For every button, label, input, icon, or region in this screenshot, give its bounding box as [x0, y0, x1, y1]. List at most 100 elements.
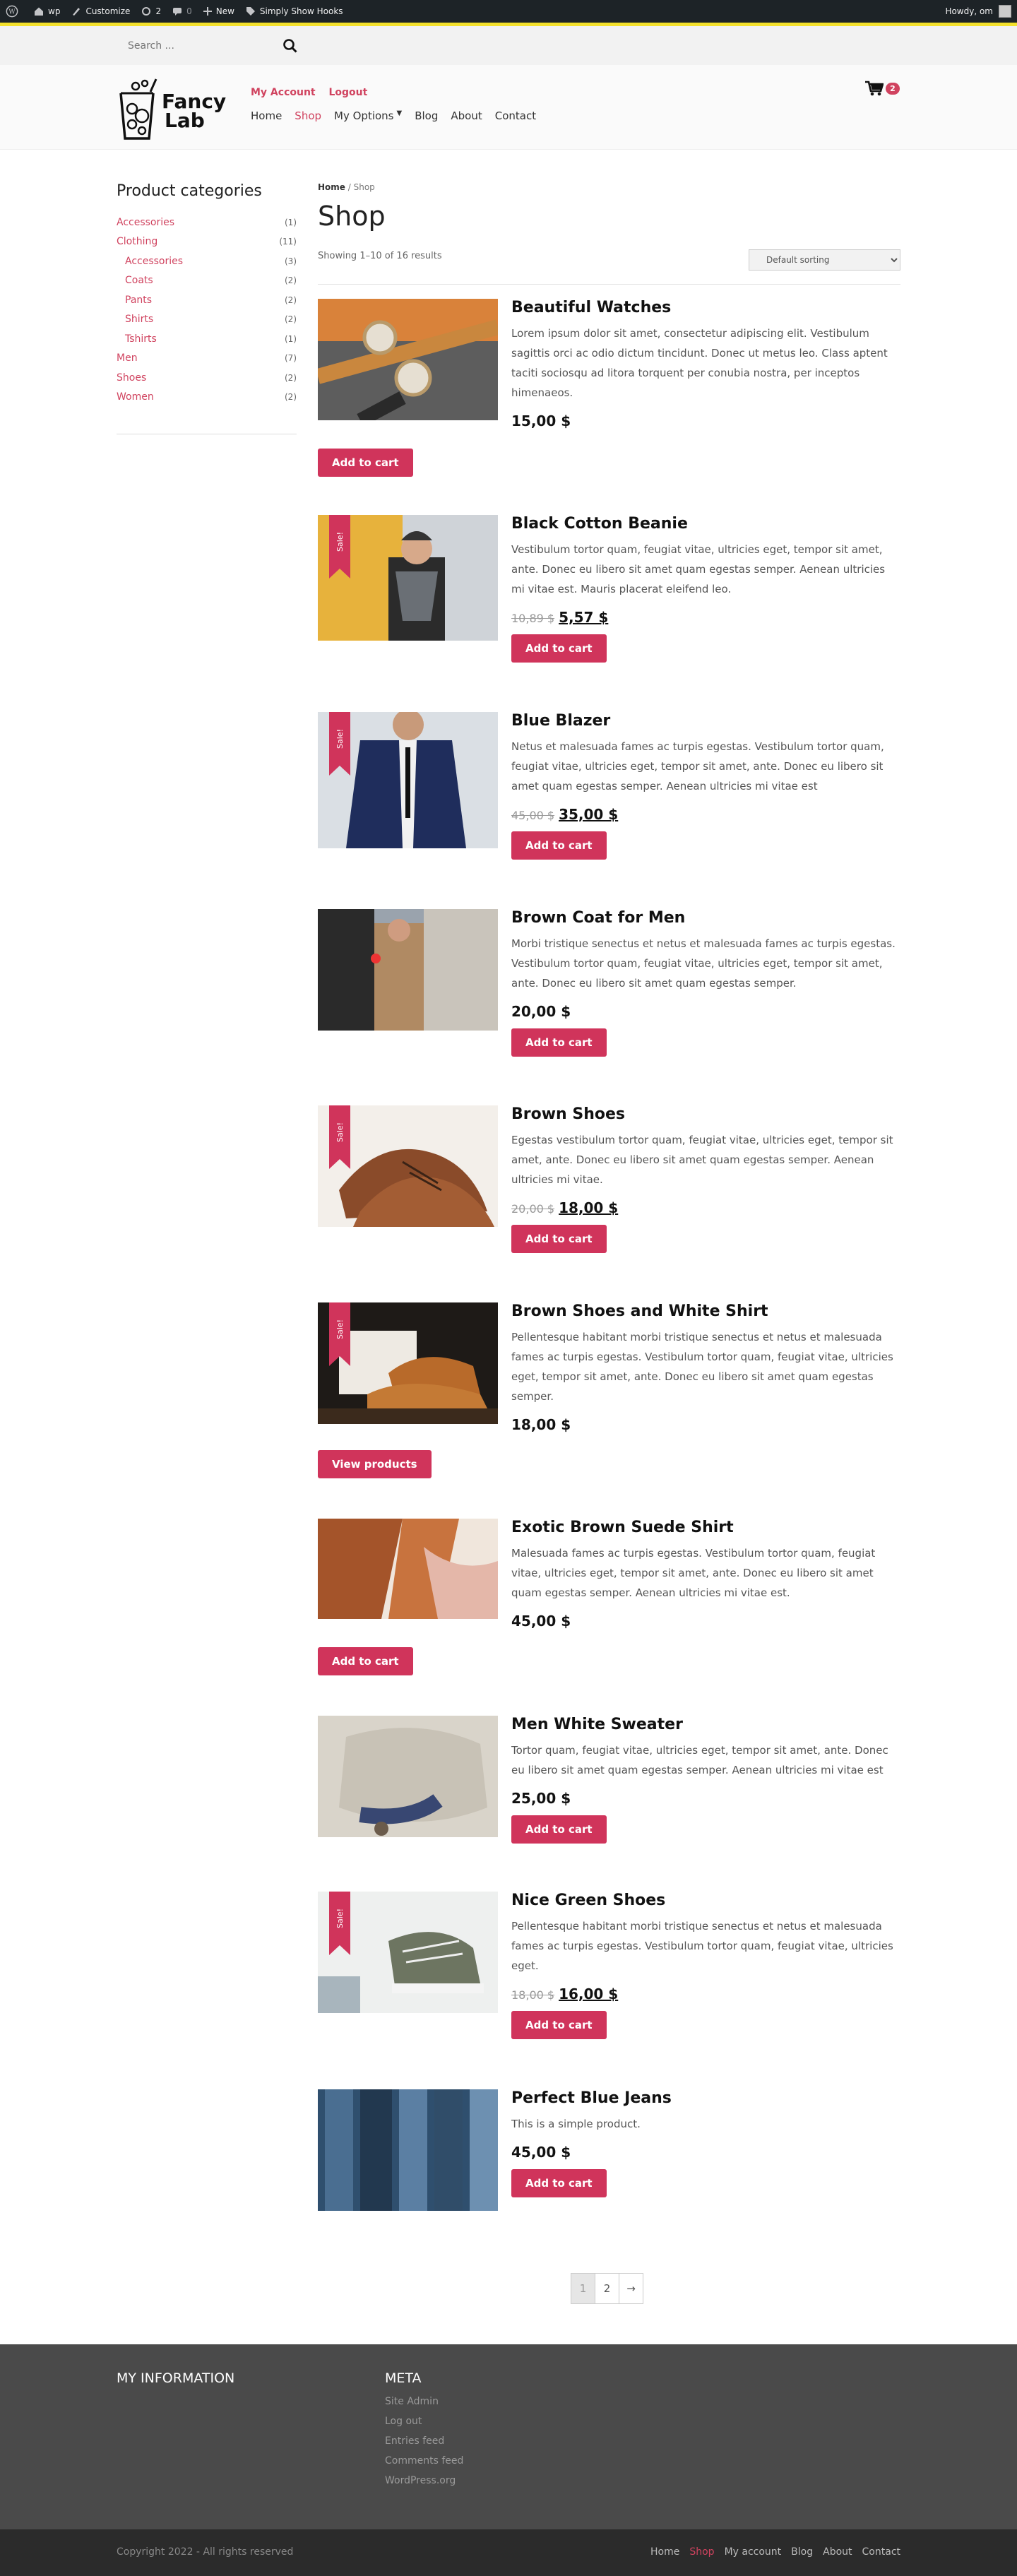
- shop-main: Home / Shop Shop Showing 1–10 of 16 resu…: [318, 182, 900, 2273]
- add-to-cart-button[interactable]: Add to cart: [318, 1647, 413, 1675]
- updates-icon: [142, 7, 151, 16]
- product-image[interactable]: Sale!: [318, 515, 498, 641]
- nav-item-my-options[interactable]: My Options: [334, 109, 393, 122]
- breadcrumb-home[interactable]: Home: [318, 182, 345, 192]
- add-to-cart-button[interactable]: Add to cart: [511, 1815, 607, 1844]
- current-price: 5,57 $: [559, 609, 609, 626]
- footer-meta-link[interactable]: Site Admin: [385, 2396, 463, 2416]
- wp-logo-icon[interactable]: W: [6, 0, 23, 23]
- cart-button[interactable]: 2: [865, 81, 900, 96]
- admin-updates-link[interactable]: 2: [141, 0, 161, 23]
- category-item[interactable]: Coats (2): [117, 271, 297, 291]
- product-title[interactable]: Men White Sweater: [511, 1716, 900, 1733]
- footer-meta-link[interactable]: WordPress.org: [385, 2475, 463, 2495]
- product-title[interactable]: Brown Shoes and White Shirt: [511, 1302, 900, 1320]
- sort-select[interactable]: Default sorting: [749, 249, 900, 271]
- sale-badge: Sale!: [329, 712, 350, 776]
- brush-icon: [73, 8, 81, 16]
- category-name[interactable]: Women: [117, 391, 154, 403]
- category-item[interactable]: Accessories (3): [117, 251, 297, 271]
- add-to-cart-button[interactable]: Add to cart: [511, 831, 607, 860]
- product-image[interactable]: Sale!: [318, 712, 498, 848]
- category-item[interactable]: Shoes (2): [117, 368, 297, 388]
- admin-customize-link[interactable]: Customize: [71, 0, 130, 23]
- sale-label: Sale!: [335, 729, 345, 749]
- category-item[interactable]: Women (2): [117, 388, 297, 408]
- nav-item-home[interactable]: Home: [251, 109, 282, 122]
- page-2-link[interactable]: 2: [595, 2273, 619, 2304]
- category-item[interactable]: Shirts (2): [117, 310, 297, 330]
- product-title[interactable]: Blue Blazer: [511, 712, 900, 730]
- footer-nav-shop[interactable]: Shop: [689, 2546, 714, 2558]
- product-image[interactable]: [318, 909, 498, 1031]
- product-info: Exotic Brown Suede Shirt Malesuada fames …: [511, 1519, 900, 1630]
- footer-nav-contact[interactable]: Contact: [862, 2546, 900, 2558]
- sidebar: Product categories Accessories (1) Clothin…: [117, 182, 297, 434]
- search-input[interactable]: [117, 36, 300, 56]
- admin-comments-link[interactable]: 0: [172, 0, 192, 23]
- add-to-cart-button[interactable]: Add to cart: [511, 2011, 607, 2039]
- category-item[interactable]: Accessories (1): [117, 213, 297, 232]
- current-price: 45,00 $: [511, 1613, 571, 1630]
- admin-site-link[interactable]: wp: [34, 0, 60, 23]
- category-item[interactable]: Clothing (11): [117, 232, 297, 252]
- footer-meta-link[interactable]: Log out: [385, 2416, 463, 2435]
- product-title[interactable]: Brown Coat for Men: [511, 909, 900, 927]
- add-to-cart-button[interactable]: Add to cart: [511, 1028, 607, 1057]
- add-to-cart-button[interactable]: Add to cart: [511, 634, 607, 663]
- product-image[interactable]: [318, 2089, 498, 2211]
- product-title[interactable]: Beautiful Watches: [511, 299, 900, 316]
- add-to-cart-button[interactable]: Add to cart: [511, 2169, 607, 2197]
- nav-item-shop[interactable]: Shop: [295, 109, 321, 122]
- footer-meta-link[interactable]: Entries feed: [385, 2435, 463, 2455]
- category-item[interactable]: Pants (2): [117, 290, 297, 310]
- product-title[interactable]: Perfect Blue Jeans: [511, 2089, 900, 2107]
- footer-nav-blog[interactable]: Blog: [791, 2546, 813, 2558]
- category-name[interactable]: Pants: [125, 295, 152, 306]
- search-button[interactable]: [281, 37, 299, 56]
- nav-item-contact[interactable]: Contact: [495, 109, 536, 122]
- category-name[interactable]: Shirts: [125, 314, 153, 325]
- product-info: Men White Sweater Tortor quam, feugiat vi…: [511, 1716, 900, 1844]
- site-logo[interactable]: Fancy Lab: [117, 78, 230, 143]
- category-name[interactable]: Coats: [125, 275, 153, 286]
- product-title[interactable]: Nice Green Shoes: [511, 1892, 900, 1909]
- product-title[interactable]: Exotic Brown Suede Shirt: [511, 1519, 900, 1536]
- copyright: Copyright 2022 - All rights reserved: [117, 2546, 294, 2558]
- footer-nav-my-account[interactable]: My account: [725, 2546, 782, 2558]
- category-name[interactable]: Tshirts: [125, 333, 157, 345]
- product-price: 10,89 $ 5,57 $: [511, 609, 900, 626]
- footer-nav-home[interactable]: Home: [650, 2546, 679, 2558]
- product-image[interactable]: Sale!: [318, 1892, 498, 2013]
- add-to-cart-button[interactable]: Add to cart: [511, 1225, 607, 1253]
- admin-account-menu[interactable]: Howdy, om: [945, 5, 1011, 18]
- category-item[interactable]: Men (7): [117, 349, 297, 369]
- product-image[interactable]: Sale!: [318, 1302, 498, 1424]
- product-image[interactable]: [318, 1716, 498, 1837]
- my-account-link[interactable]: My Account: [251, 87, 316, 98]
- category-name[interactable]: Men: [117, 352, 138, 364]
- category-name[interactable]: Clothing: [117, 236, 157, 247]
- add-to-cart-button[interactable]: Add to cart: [318, 449, 413, 477]
- footer-nav-about[interactable]: About: [823, 2546, 852, 2558]
- category-name[interactable]: Accessories: [117, 217, 174, 228]
- category-item[interactable]: Tshirts (1): [117, 329, 297, 349]
- next-page-arrow-icon[interactable]: →: [619, 2273, 643, 2304]
- view-products-button[interactable]: View products: [318, 1450, 432, 1478]
- product-image[interactable]: Sale!: [318, 1105, 498, 1227]
- category-name[interactable]: Shoes: [117, 372, 146, 384]
- product-image[interactable]: [318, 1519, 498, 1619]
- product-title[interactable]: Black Cotton Beanie: [511, 515, 900, 533]
- product-title[interactable]: Brown Shoes: [511, 1105, 900, 1123]
- admin-plugin-link[interactable]: Simply Show Hooks: [246, 0, 343, 23]
- category-name[interactable]: Accessories: [125, 256, 183, 267]
- product-image[interactable]: [318, 299, 498, 420]
- footer-meta-link[interactable]: Comments feed: [385, 2455, 463, 2475]
- nav-item-blog[interactable]: Blog: [415, 109, 438, 122]
- home-icon: [35, 7, 43, 16]
- admin-new-link[interactable]: New: [203, 0, 234, 23]
- logout-link[interactable]: Logout: [328, 87, 367, 98]
- product-price: 45,00 $: [511, 2144, 900, 2161]
- nav-item-about[interactable]: About: [451, 109, 482, 122]
- tag-icon: [246, 7, 255, 16]
